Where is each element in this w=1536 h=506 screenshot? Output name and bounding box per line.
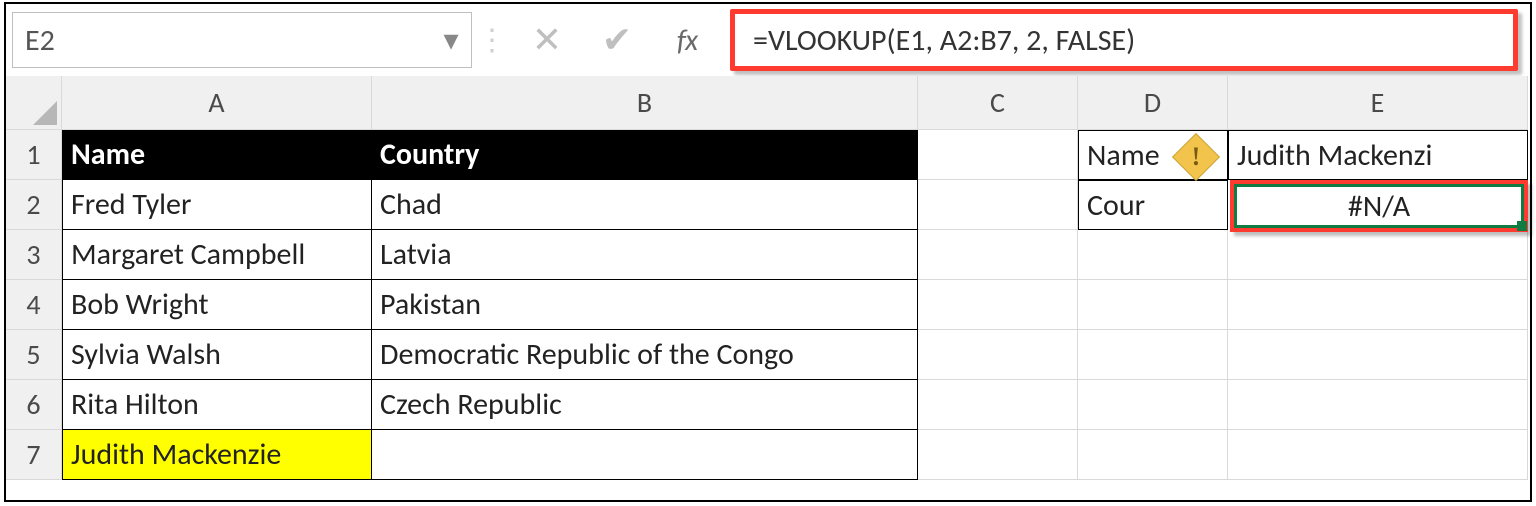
name-box[interactable]: E2 ▾ bbox=[12, 12, 472, 68]
cell-C1[interactable] bbox=[918, 130, 1078, 180]
cell-D6[interactable] bbox=[1078, 380, 1228, 430]
cell-B3[interactable]: Latvia bbox=[372, 230, 918, 280]
fx-icon: fx bbox=[677, 22, 697, 59]
cell-E5[interactable] bbox=[1228, 330, 1528, 380]
row-header-5[interactable]: 5 bbox=[6, 330, 62, 380]
cell-D4[interactable] bbox=[1078, 280, 1228, 330]
cell-A3[interactable]: Margaret Campbell bbox=[62, 230, 372, 280]
cell-B7[interactable] bbox=[372, 430, 918, 480]
table-header-name[interactable]: Name bbox=[62, 130, 372, 180]
table-header-country[interactable]: Country bbox=[372, 130, 918, 180]
column-header-D[interactable]: D bbox=[1078, 76, 1228, 130]
cell-C6[interactable] bbox=[918, 380, 1078, 430]
cell-A5[interactable]: Sylvia Walsh bbox=[62, 330, 372, 380]
formula-input[interactable]: =VLOOKUP(E1, A2:B7, 2, FALSE) bbox=[730, 9, 1518, 71]
cell-B2[interactable]: Chad bbox=[372, 180, 918, 230]
cell-E1[interactable]: Judith Mackenzi bbox=[1228, 130, 1528, 180]
formula-text: =VLOOKUP(E1, A2:B7, 2, FALSE) bbox=[753, 22, 1135, 59]
cell-D2[interactable]: Cour bbox=[1078, 180, 1228, 230]
cell-E6[interactable] bbox=[1228, 380, 1528, 430]
fill-handle[interactable] bbox=[1517, 221, 1527, 231]
cell-E7[interactable] bbox=[1228, 430, 1528, 480]
column-header-A[interactable]: A bbox=[62, 76, 372, 130]
column-header-E[interactable]: E bbox=[1228, 76, 1528, 130]
cell-C7[interactable] bbox=[918, 430, 1078, 480]
insert-function-button[interactable]: fx bbox=[652, 12, 722, 68]
row-header-6[interactable]: 6 bbox=[6, 380, 62, 430]
cell-E3[interactable] bbox=[1228, 230, 1528, 280]
error-smart-tag[interactable]: ! bbox=[1179, 140, 1213, 174]
row-header-3[interactable]: 3 bbox=[6, 230, 62, 280]
cell-E2-value: #N/A bbox=[1348, 188, 1410, 225]
column-header-B[interactable]: B bbox=[372, 76, 918, 130]
formula-bar-row: E2 ▾ ⋮ ✕ ✔ fx =VLOOKUP(E1, A2:B7, 2, FAL… bbox=[6, 4, 1530, 76]
cell-B4[interactable]: Pakistan bbox=[372, 280, 918, 330]
cell-D7[interactable] bbox=[1078, 430, 1228, 480]
cell-C2[interactable] bbox=[918, 180, 1078, 230]
enter-formula-button[interactable]: ✔ bbox=[582, 12, 652, 68]
worksheet-grid[interactable]: A B C D E 1 Name Country Name Judith Mac… bbox=[6, 76, 1530, 480]
cancel-formula-button[interactable]: ✕ bbox=[512, 12, 582, 68]
formula-bar-separator-icon: ⋮ bbox=[472, 22, 512, 59]
exclamation-icon: ! bbox=[1179, 140, 1213, 174]
close-icon: ✕ bbox=[532, 18, 562, 62]
row-header-1[interactable]: 1 bbox=[6, 130, 62, 180]
select-all-corner[interactable] bbox=[6, 76, 62, 130]
row-header-4[interactable]: 4 bbox=[6, 280, 62, 330]
cell-C5[interactable] bbox=[918, 330, 1078, 380]
name-box-value: E2 bbox=[25, 22, 55, 59]
cell-D5[interactable] bbox=[1078, 330, 1228, 380]
cell-A6[interactable]: Rita Hilton bbox=[62, 380, 372, 430]
name-box-dropdown-icon[interactable]: ▾ bbox=[439, 13, 463, 67]
cell-E2[interactable]: #N/A bbox=[1228, 180, 1528, 230]
check-icon: ✔ bbox=[602, 18, 632, 62]
cell-D3[interactable] bbox=[1078, 230, 1228, 280]
cell-B5[interactable]: Democratic Republic of the Congo bbox=[372, 330, 918, 380]
cell-A2[interactable]: Fred Tyler bbox=[62, 180, 372, 230]
row-header-7[interactable]: 7 bbox=[6, 430, 62, 480]
cell-E4[interactable] bbox=[1228, 280, 1528, 330]
column-header-C[interactable]: C bbox=[918, 76, 1078, 130]
cell-B6[interactable]: Czech Republic bbox=[372, 380, 918, 430]
cell-A7[interactable]: Judith Mackenzie bbox=[62, 430, 372, 480]
cell-C3[interactable] bbox=[918, 230, 1078, 280]
cell-C4[interactable] bbox=[918, 280, 1078, 330]
row-header-2[interactable]: 2 bbox=[6, 180, 62, 230]
cell-A4[interactable]: Bob Wright bbox=[62, 280, 372, 330]
